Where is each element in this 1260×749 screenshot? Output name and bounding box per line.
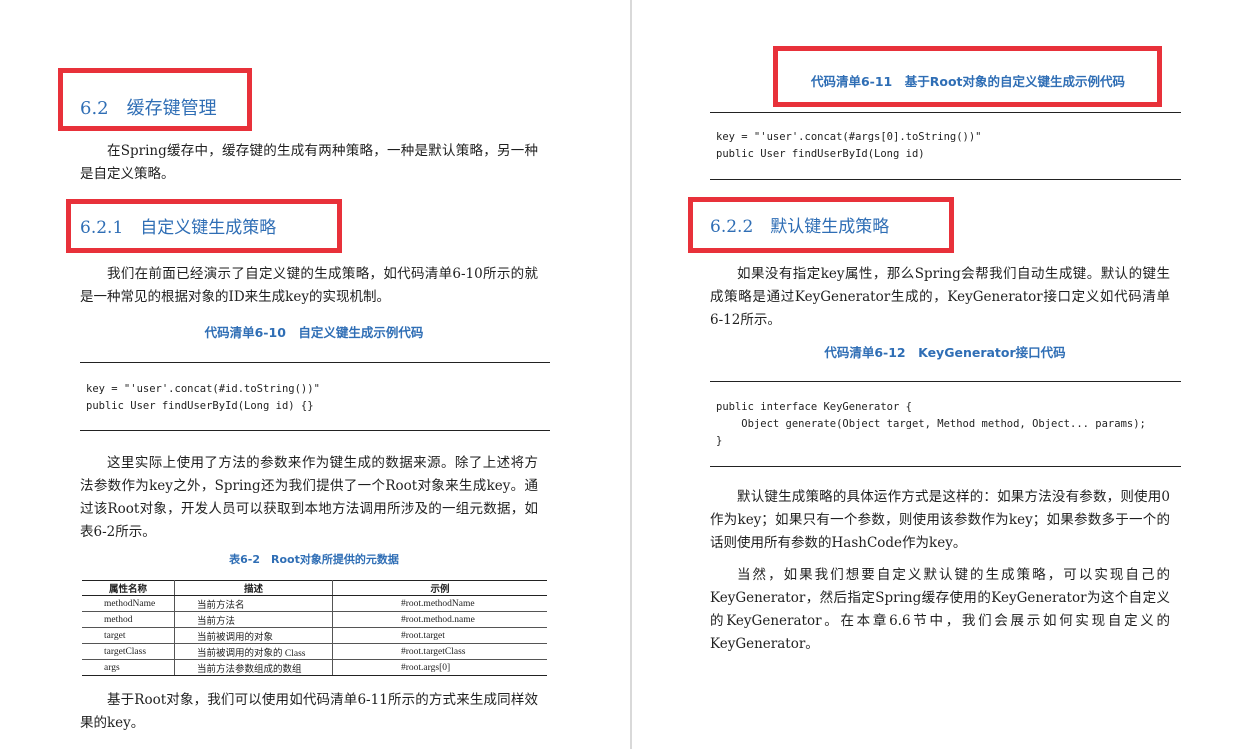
- table-cell: method: [82, 611, 175, 628]
- root-metadata-table: 属性名称 描述 示例 methodName 当前方法名 #root.method…: [82, 580, 547, 676]
- table-cell: 当前方法: [174, 611, 333, 628]
- code-rule-bottom: [710, 466, 1181, 467]
- caption-table-6-2: 表6-2 Root对象所提供的元数据: [229, 553, 399, 566]
- section-heading-6-2: 6.2 缓存键管理: [80, 98, 217, 119]
- code-rule-top: [710, 381, 1181, 382]
- table-row: targetClass 当前被调用的对象的 Class #root.target…: [82, 643, 547, 660]
- code-rule-top: [80, 362, 550, 363]
- left-page: 6.2 缓存键管理 在Spring缓存中，缓存键的生成有两种策略，一种是默认策略…: [0, 0, 630, 749]
- paragraph-intro: 在Spring缓存中，缓存键的生成有两种策略，一种是默认策略，另一种是自定义策略…: [80, 143, 538, 182]
- table-cell: target: [82, 627, 175, 644]
- paragraph-default-strategy: 如果没有指定key属性，那么Spring会帮我们自动生成键。默认的键生成策略是通…: [710, 266, 1170, 328]
- section-heading-6-2-1: 6.2.1 自定义键生成策略: [80, 218, 277, 238]
- code-rule-bottom: [80, 430, 550, 431]
- caption-listing-6-11: 代码清单6-11 基于Root对象的自定义键生成示例代码: [810, 74, 1126, 89]
- table-cell: 当前方法参数组成的数组: [174, 659, 333, 676]
- table-row: args 当前方法参数组成的数组 #root.args[0]: [82, 659, 547, 676]
- code-rule-bottom: [710, 179, 1181, 180]
- paragraph-root-usage: 基于Root对象，我们可以使用如代码清单6-11所示的方式来生成同样效果的key…: [80, 692, 538, 731]
- table-cell: #root.targetClass: [332, 643, 547, 660]
- code-listing-6-12: public interface KeyGenerator { Object g…: [716, 401, 1146, 447]
- table-cell: #root.target: [332, 627, 547, 644]
- table-cell: 当前被调用的对象的 Class: [174, 643, 333, 660]
- table-cell: 当前被调用的对象: [174, 627, 333, 644]
- table-cell: #root.method.name: [332, 611, 547, 628]
- table-row: target 当前被调用的对象 #root.target: [82, 627, 547, 644]
- paragraph-root-object: 这里实际上使用了方法的参数来作为键生成的数据来源。除了上述将方法参数作为key之…: [80, 455, 538, 540]
- table-cell: args: [82, 659, 175, 676]
- section-heading-6-2-2: 6.2.2 默认键生成策略: [710, 217, 890, 237]
- paragraph-custom-keygenerator: 当然，如果我们想要自定义默认键的生成策略，可以实现自己的KeyGenerator…: [710, 567, 1170, 652]
- code-listing-6-11: key = "'user'.concat(#args[0].toString()…: [716, 131, 982, 160]
- caption-listing-6-10: 代码清单6-10 自定义键生成示例代码: [204, 325, 424, 340]
- table-cell: targetClass: [82, 643, 175, 660]
- table-cell: #root.methodName: [332, 595, 547, 612]
- table-header-cell: 描述: [174, 580, 333, 596]
- code-rule-top: [710, 112, 1181, 113]
- table-cell: methodName: [82, 595, 175, 612]
- paragraph-custom-strategy: 我们在前面已经演示了自定义键的生成策略，如代码清单6-10所示的就是一种常见的根…: [80, 266, 538, 305]
- code-listing-6-10: key = "'user'.concat(#id.toString())" pu…: [86, 383, 320, 412]
- table-row: methodName 当前方法名 #root.methodName: [82, 595, 547, 612]
- right-page: 代码清单6-11 基于Root对象的自定义键生成示例代码 key = "'use…: [632, 0, 1260, 749]
- caption-listing-6-12: 代码清单6-12 KeyGenerator接口代码: [824, 345, 1066, 360]
- table-cell: #root.args[0]: [332, 659, 547, 676]
- table-header-cell: 属性名称: [82, 580, 175, 596]
- paragraph-default-behavior: 默认键生成策略的具体运作方式是这样的：如果方法没有参数，则使用0作为key；如果…: [710, 489, 1170, 551]
- table-cell: 当前方法名: [174, 595, 333, 612]
- table-header-cell: 示例: [332, 580, 547, 596]
- table-row: method 当前方法 #root.method.name: [82, 611, 547, 628]
- table-header-row: 属性名称 描述 示例: [82, 580, 547, 596]
